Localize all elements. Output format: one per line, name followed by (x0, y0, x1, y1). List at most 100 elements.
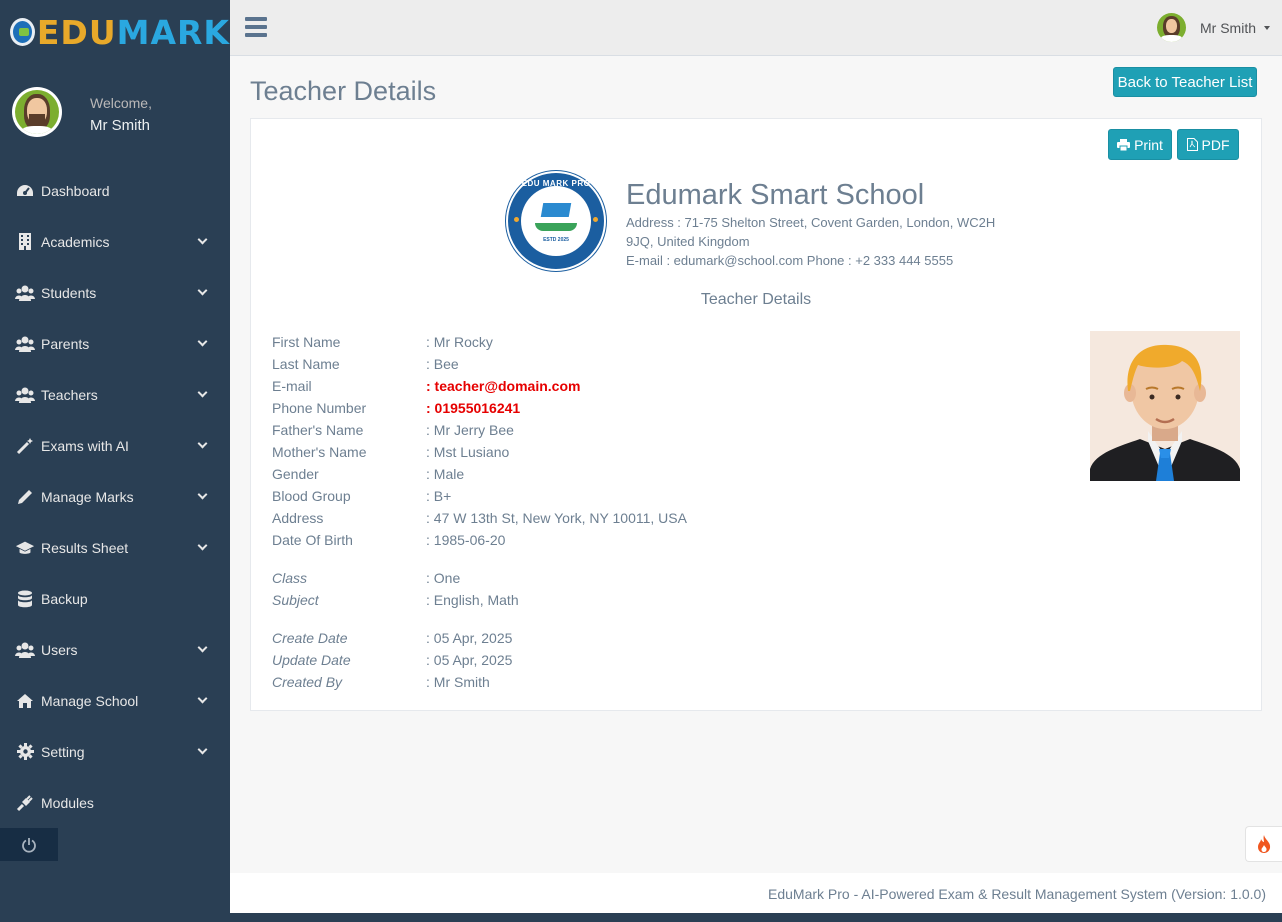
sidebar-item-manage-school[interactable]: Manage School (0, 675, 230, 726)
chevron-down-icon (197, 642, 208, 653)
detail-value: : Male (426, 466, 465, 482)
detail-row-class: Class: One (272, 567, 687, 589)
detail-label: Gender (272, 466, 319, 482)
detail-label: Update Date (272, 652, 351, 668)
detail-label: Subject (272, 592, 319, 608)
home-icon (15, 692, 35, 710)
detail-label: Father's Name (272, 422, 364, 438)
detail-row-last-name: Last Name: Bee (272, 353, 687, 375)
pencil-icon (15, 488, 35, 506)
sidebar-item-setting[interactable]: Setting (0, 726, 230, 777)
logo-estd: ESTD 2025 (543, 237, 569, 243)
caret-down-icon (1264, 25, 1270, 30)
menu-toggle-icon[interactable] (245, 17, 267, 37)
detail-label: Date Of Birth (272, 532, 353, 548)
print-icon (1117, 138, 1131, 151)
sidebar-item-backup[interactable]: Backup (0, 573, 230, 624)
brand-logo[interactable]: EDUMARK (0, 0, 230, 64)
footer-text: EduMark Pro - AI-Powered Exam & Result M… (768, 886, 1266, 902)
chevron-down-icon (197, 489, 208, 500)
detail-row-father-name: Father's Name: Mr Jerry Bee (272, 419, 687, 441)
brand-mark: MARK (116, 12, 230, 52)
user-name: Mr Smith (1200, 19, 1256, 36)
sidebar-item-label: Teachers (41, 386, 98, 403)
chevron-down-icon (197, 438, 208, 449)
detail-row-created-by: Created By : Mr Smith (272, 671, 687, 693)
sidebar-item-teachers[interactable]: Teachers (0, 369, 230, 420)
sidebar-item-label: Manage School (41, 692, 139, 709)
detail-label: E-mail (272, 378, 312, 394)
sidebar-item-label: Modules (41, 794, 94, 811)
detail-value: : 05 Apr, 2025 (426, 652, 513, 668)
fire-button[interactable] (1245, 826, 1282, 862)
detail-row-first-name: First Name: Mr Rocky (272, 331, 687, 353)
database-icon (15, 590, 35, 608)
sidebar-item-label: Exams with AI (41, 437, 129, 454)
detail-value: : 05 Apr, 2025 (426, 630, 513, 646)
print-label: Print (1134, 136, 1163, 153)
detail-row-create-date: Create Date : 05 Apr, 2025 (272, 627, 687, 649)
sidebar-item-parents[interactable]: Parents (0, 318, 230, 369)
school-address-line2: 9JQ, United Kingdom (626, 234, 750, 249)
detail-label: Mother's Name (272, 444, 367, 460)
back-to-teacher-list-button[interactable]: Back to Teacher List (1113, 67, 1257, 97)
users-icon (15, 641, 35, 659)
book-icon (535, 223, 577, 231)
gear-icon (15, 743, 35, 761)
school-address-line1: Address : 71-75 Shelton Street, Covent G… (626, 215, 996, 230)
file-pdf-icon (1186, 138, 1198, 151)
sidebar-item-label: Results Sheet (41, 539, 129, 556)
page-title: Teacher Details (250, 76, 437, 106)
sidebar-item-manage-marks[interactable]: Manage Marks (0, 471, 230, 522)
detail-row-update-date: Update Date : 05 Apr, 2025 (272, 649, 687, 671)
user-menu[interactable]: Mr Smith (1157, 13, 1270, 42)
sidebar-item-students[interactable]: Students (0, 267, 230, 318)
avatar (12, 87, 62, 137)
sidebar-item-modules[interactable]: Modules (0, 777, 230, 828)
users-icon (15, 335, 35, 353)
profile-name: Mr Smith (90, 116, 150, 134)
teacher-details-panel: Print PDF EDU MARK PRO ESTD 2025 Edumark… (250, 118, 1262, 711)
section-title: Teacher Details (700, 291, 812, 308)
sidebar-menu: Dashboard Academics Students Parents Tea… (0, 165, 230, 828)
detail-value: : 47 W 13th St, New York, NY 10011, USA (426, 510, 687, 526)
logout-button[interactable] (0, 828, 58, 861)
school-logo: EDU MARK PRO ESTD 2025 (506, 171, 606, 271)
detail-row-gender: Gender : Male (272, 463, 687, 485)
print-button[interactable]: Print (1108, 129, 1172, 160)
detail-label: Address (272, 510, 324, 526)
detail-value: : English, Math (426, 592, 519, 608)
chevron-down-icon (197, 234, 208, 245)
sidebar-item-results-sheet[interactable]: Results Sheet (0, 522, 230, 573)
brand-text: EDUMARK (37, 13, 230, 52)
detail-row-blood-group: Blood Group: B+ (272, 485, 687, 507)
plug-icon (15, 794, 35, 812)
teacher-photo (1090, 331, 1240, 481)
detail-label: Created By (272, 674, 343, 690)
detail-label: Phone Number (272, 400, 367, 416)
chevron-down-icon (197, 387, 208, 398)
detail-value: : Mr Smith (426, 674, 490, 690)
detail-label: Create Date (272, 630, 348, 646)
sidebar-item-exams-with-ai[interactable]: Exams with AI (0, 420, 230, 471)
chevron-down-icon (197, 540, 208, 551)
detail-value: : B+ (426, 488, 452, 504)
sidebar-item-label: Users (41, 641, 78, 658)
sidebar-item-users[interactable]: Users (0, 624, 230, 675)
dashboard-icon (15, 182, 35, 200)
users-icon (15, 386, 35, 404)
sidebar-item-dashboard[interactable]: Dashboard (0, 165, 230, 216)
sidebar-item-academics[interactable]: Academics (0, 216, 230, 267)
sidebar-item-label: Setting (41, 743, 85, 760)
teacher-info-list: First Name: Mr Rocky Last Name: Bee E-ma… (272, 331, 687, 693)
detail-row-address: Address : 47 W 13th St, New York, NY 1001… (272, 507, 687, 529)
detail-row-date-of-birth: Date Of Birth: 1985-06-20 (272, 529, 687, 551)
pdf-button[interactable]: PDF (1177, 129, 1239, 160)
sidebar-profile: Welcome, Mr Smith (0, 64, 230, 160)
detail-row-subject: Subject : English, Math (272, 589, 687, 611)
graduation-cap-icon (15, 539, 35, 557)
email-value: : teacher@domain.com (426, 378, 581, 394)
users-icon (15, 284, 35, 302)
sidebar-item-label: Students (41, 284, 97, 301)
pdf-label: PDF (1201, 136, 1230, 153)
